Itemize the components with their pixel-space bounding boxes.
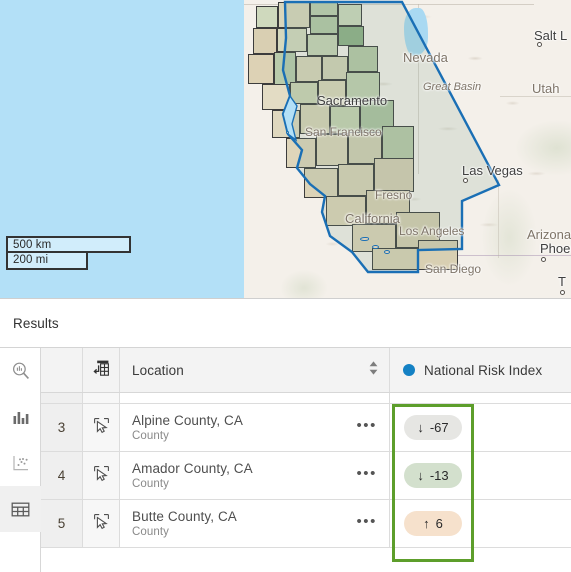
island-shape: [286, 131, 289, 134]
select-features-icon: [93, 417, 110, 439]
trend-arrow-icon: ↑: [423, 516, 430, 531]
island-shape: [384, 250, 390, 254]
table-header-row: Location National Risk Index: [41, 348, 571, 393]
map-region-label: San Francisco: [305, 125, 382, 139]
row-select-button[interactable]: [83, 404, 120, 451]
map-city-dot-icon: [537, 42, 542, 47]
location-name: Butte County, CA: [132, 509, 237, 524]
view-switcher-rail: [0, 348, 41, 572]
map-city-label: Las Vegas: [462, 163, 523, 178]
row-overflow-menu-button[interactable]: •••: [356, 418, 377, 434]
metric-value: 6: [435, 516, 443, 531]
table-header-metric-label: National Risk Index: [424, 362, 543, 378]
row-location-cell[interactable]: Butte County, CA County •••: [120, 500, 390, 547]
map-city-label: Phoen: [540, 241, 571, 256]
location-name: Alpine County, CA: [132, 413, 244, 428]
table-header-row-action[interactable]: [83, 348, 120, 392]
clipped-index-cell: [41, 393, 83, 403]
table-icon: [10, 499, 31, 520]
table-header-location-label: Location: [132, 362, 184, 378]
map-region-label: California: [345, 211, 400, 226]
trend-arrow-icon: ↓: [417, 420, 424, 435]
results-header: Results: [0, 298, 571, 348]
metric-legend-dot-icon: [403, 364, 415, 376]
row-index: 3: [41, 404, 83, 451]
row-index: 4: [41, 452, 83, 499]
scalebar-metric: 500 km: [6, 236, 131, 253]
sidebar-item-table[interactable]: [0, 486, 41, 532]
location-type: County: [132, 478, 170, 490]
row-metric-cell[interactable]: ↑ 6: [390, 500, 571, 547]
trend-arrow-icon: ↓: [417, 468, 424, 483]
sidebar-item-bar-chart[interactable]: [0, 394, 41, 440]
metric-value: -13: [429, 468, 449, 483]
map-city-label: Salt L: [534, 28, 568, 43]
map-region-label: Arizona: [527, 227, 571, 242]
row-metric-cell[interactable]: ↓ -13: [390, 452, 571, 499]
status-badge: ↑ 6: [404, 511, 462, 536]
scalebar-imperial: 200 mi: [6, 253, 88, 270]
map-region-label: Utah: [532, 81, 560, 96]
row-location-cell[interactable]: Amador County, CA County •••: [120, 452, 390, 499]
island-shape: [372, 245, 379, 249]
table-body: 3 Alpine County, CA County ••• ↓ -67 4 A…: [41, 404, 571, 548]
metric-value: -67: [429, 420, 449, 435]
row-select-button[interactable]: [83, 452, 120, 499]
clipped-location-cell: [120, 393, 390, 403]
page-title: Results: [13, 315, 59, 331]
scalebar-imperial-label: 200 mi: [13, 254, 49, 266]
select-features-icon: [93, 513, 110, 535]
results-table: Location National Risk Index 3 Alpine Co…: [41, 348, 571, 572]
row-overflow-menu-button[interactable]: •••: [356, 466, 377, 482]
location-text: Alpine County, CA County: [132, 413, 243, 442]
scatter-plot-icon: [11, 453, 31, 473]
clipped-icon-cell: [83, 393, 120, 403]
location-text: Butte County, CA County: [132, 509, 237, 538]
map-city-label: T: [558, 274, 566, 289]
location-name: Amador County, CA: [132, 461, 253, 476]
map-canvas[interactable]: Nevada Great Basin Utah Arizona California Lo…: [0, 0, 571, 298]
status-badge: ↓ -67: [404, 415, 462, 440]
bar-chart-icon: [11, 407, 31, 427]
map-region-label: Great Basin: [423, 81, 482, 93]
sidebar-item-scatter-plot[interactable]: [0, 440, 41, 486]
island-shape: [360, 237, 369, 241]
table-row-clipped: [41, 393, 571, 404]
map-region-label: Nevada: [403, 50, 448, 65]
row-metric-cell[interactable]: ↓ -67: [390, 404, 571, 451]
row-location-cell[interactable]: Alpine County, CA County •••: [120, 404, 390, 451]
location-text: Amador County, CA County: [132, 461, 253, 490]
row-index: 5: [41, 500, 83, 547]
app-root: Nevada Great Basin Utah Arizona California Lo…: [0, 0, 571, 572]
sidebar-item-find-similar[interactable]: [0, 348, 41, 394]
table-header-metric[interactable]: National Risk Index: [390, 348, 571, 392]
map-region-label: San Diego: [425, 262, 482, 276]
table-header-index: [41, 348, 83, 392]
select-features-icon: [93, 465, 110, 487]
map-city-dot-icon: [463, 178, 468, 183]
clipped-metric-cell: [390, 393, 571, 403]
map-region-label: Fresno: [375, 188, 413, 202]
table-row[interactable]: 4 Amador County, CA County ••• ↓ -13: [41, 452, 571, 500]
table-row[interactable]: 3 Alpine County, CA County ••• ↓ -67: [41, 404, 571, 452]
map-scalebar: 500 km 200 mi: [6, 236, 131, 270]
find-similar-icon: [11, 361, 31, 381]
map-region-label: Los Angeles: [399, 224, 465, 238]
table-row[interactable]: 5 Butte County, CA County ••• ↑ 6: [41, 500, 571, 548]
location-type: County: [132, 430, 170, 442]
map-city-dot-icon: [560, 290, 565, 295]
scalebar-metric-label: 500 km: [13, 239, 52, 251]
transpose-table-icon: [92, 359, 110, 382]
map-city-dot-icon: [541, 257, 546, 262]
status-badge: ↓ -13: [404, 463, 462, 488]
location-type: County: [132, 526, 170, 538]
row-overflow-menu-button[interactable]: •••: [356, 514, 377, 530]
row-select-button[interactable]: [83, 500, 120, 547]
sort-icon[interactable]: [368, 360, 379, 381]
table-header-location[interactable]: Location: [120, 348, 390, 392]
map-city-label: Sacramento: [317, 93, 388, 108]
